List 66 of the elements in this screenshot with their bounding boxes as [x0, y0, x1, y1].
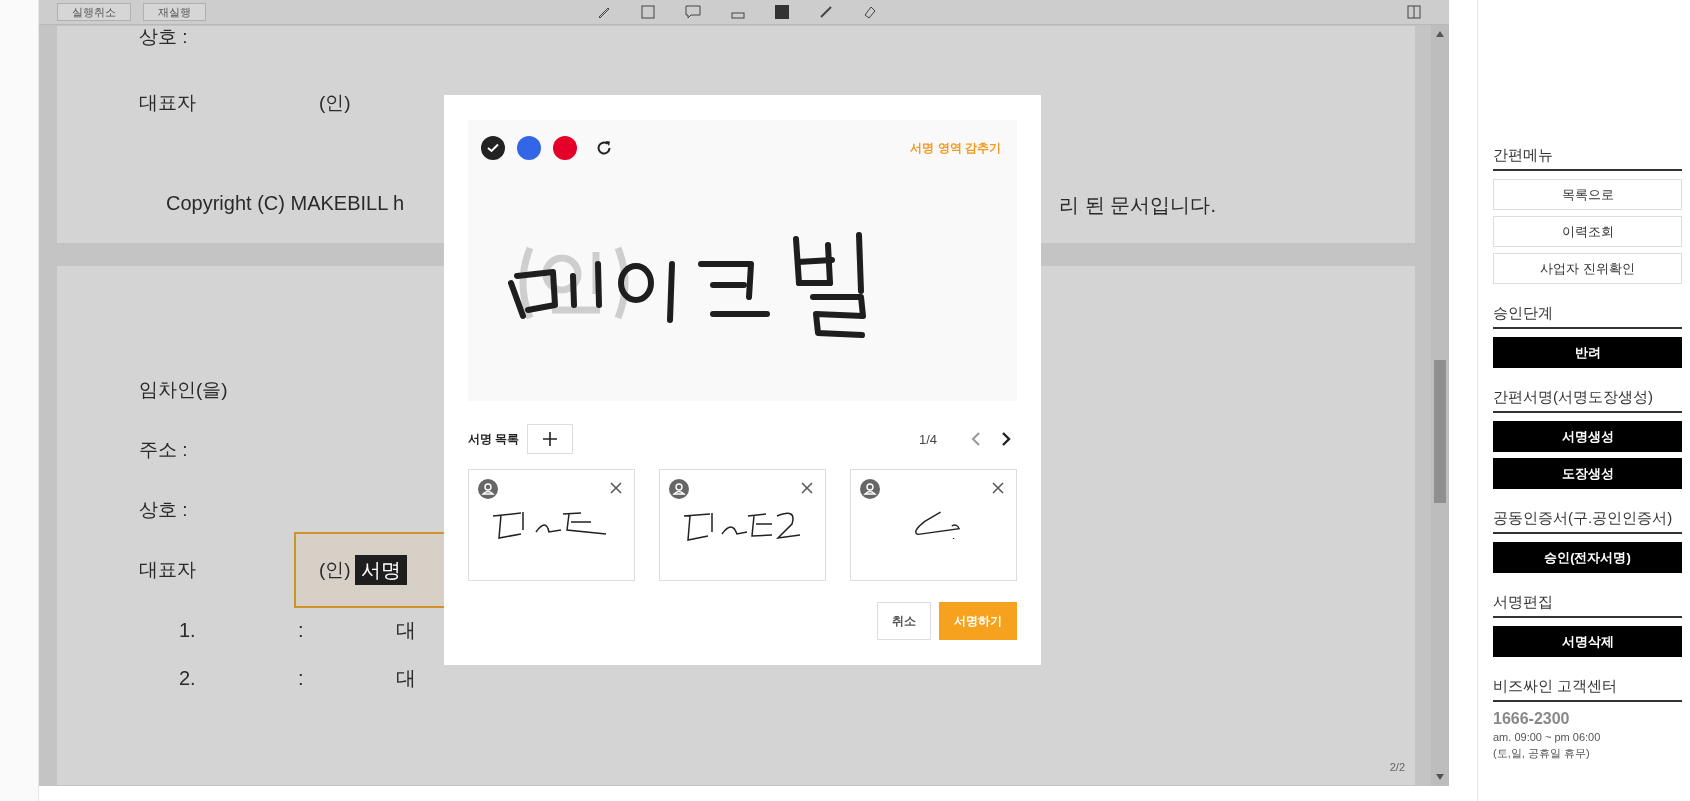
eraser-icon[interactable]: [863, 5, 877, 19]
sidebar-button[interactable]: 사업자 진위확인: [1493, 253, 1682, 284]
plus-icon: [543, 432, 558, 446]
panel-icon[interactable]: [1407, 5, 1421, 19]
color-swatch[interactable]: [553, 136, 577, 160]
signature-thumbnail[interactable]: [659, 469, 826, 581]
add-button[interactable]: [527, 424, 574, 454]
scrollbar[interactable]: [1431, 25, 1449, 786]
sidebar-button[interactable]: 목록으로: [1493, 179, 1682, 210]
person-icon: [478, 479, 498, 499]
sidebar-button[interactable]: 서명삭제: [1493, 626, 1682, 657]
signature-thumbnail[interactable]: [468, 469, 635, 581]
scroll-down-icon[interactable]: [1436, 774, 1444, 780]
copyright-text: 리 된 문서입니다.: [1059, 193, 1216, 218]
comment-icon[interactable]: [685, 5, 701, 19]
item-colon: :: [298, 666, 305, 691]
sidebar-button[interactable]: 서명생성: [1493, 421, 1682, 452]
signature-list-label: 서명 목록: [468, 430, 520, 448]
sidebar-button[interactable]: 이력조회: [1493, 216, 1682, 247]
signature-thumbnail[interactable]: [850, 469, 1017, 581]
field-label: 상호 :: [139, 498, 188, 522]
scroll-up-icon[interactable]: [1436, 31, 1444, 37]
section-title: 간편메뉴: [1493, 146, 1682, 171]
item-colon: :: [298, 618, 305, 643]
person-icon: [669, 479, 689, 499]
representative-label: 대표자: [139, 558, 197, 582]
holiday-note: (토,일, 공휴일 휴무): [1493, 746, 1591, 761]
item-number: 2.: [179, 666, 197, 691]
field-label: 임차인(을): [139, 378, 228, 402]
company-label: 상호 :: [139, 26, 188, 47]
sidebar-button[interactable]: 도장생성: [1493, 458, 1682, 489]
representative-label: 대표자: [139, 91, 197, 115]
page-number: 2/2: [1389, 761, 1405, 773]
toolbar-button[interactable]: 실행취소: [57, 3, 131, 21]
refresh-icon[interactable]: [595, 139, 613, 157]
sidebar-button[interactable]: 승인(전자서명): [1493, 542, 1682, 573]
page-indicator: 1/4: [918, 431, 937, 447]
next-icon[interactable]: [1001, 432, 1011, 446]
brush-icon[interactable]: [819, 5, 833, 19]
seal-text: (인): [319, 91, 351, 115]
scrollbar-thumb[interactable]: [1434, 360, 1446, 503]
section-title: 비즈싸인 고객센터: [1493, 677, 1682, 702]
item-value: 대: [396, 618, 416, 643]
section-title: 서명편집: [1493, 593, 1682, 618]
item-number: 1.: [179, 618, 197, 643]
section-title: 승인단계: [1493, 304, 1682, 329]
toolbar-button[interactable]: 재실행: [143, 3, 206, 21]
pen-icon[interactable]: [597, 5, 611, 19]
color-swatch[interactable]: [481, 136, 505, 160]
cancel-button[interactable]: 취소: [877, 602, 931, 640]
color-swatch[interactable]: [517, 136, 541, 160]
close-icon[interactable]: [801, 482, 813, 494]
phone-number: 1666-2300: [1493, 710, 1571, 728]
item-value: 대: [396, 666, 416, 691]
field-label: 주소 :: [139, 438, 188, 462]
previous-icon[interactable]: [971, 432, 981, 446]
hours-text: am. 09:00 ~ pm 06:00: [1493, 731, 1602, 743]
copyright-text: Copyright (C) MAKEBILL h: [166, 192, 405, 216]
close-icon[interactable]: [992, 482, 1004, 494]
section-title: 공동인증서(구.공인인증서): [1493, 509, 1682, 534]
sign-tag: 서명: [354, 555, 407, 585]
person-icon: [860, 479, 880, 499]
close-icon[interactable]: [610, 482, 622, 494]
seal-text: (인): [319, 558, 351, 582]
sidebar-button[interactable]: 반려: [1493, 337, 1682, 368]
section-title: 간편서명(서명도장생성): [1493, 388, 1682, 413]
